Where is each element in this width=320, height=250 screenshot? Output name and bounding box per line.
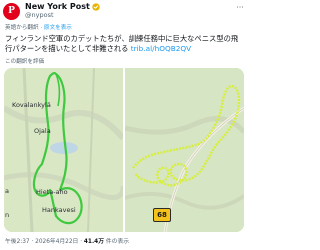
road-number-badge: 68 (153, 208, 171, 222)
map-label-edge-bottom: n (5, 211, 10, 219)
views-label: 件の表示 (105, 239, 130, 245)
post-timestamp[interactable]: 午後2:37 · 2026年4月22日 (5, 239, 78, 245)
post-body: フィンランド空軍のカデットたちが、訓練任務中に巨大なペニス型の飛行パターンを描い… (5, 34, 245, 54)
user-handle[interactable]: @nypost (25, 11, 54, 19)
avatar[interactable]: P (3, 3, 20, 20)
map-label-kovalankyla: Kovalankylä (12, 101, 51, 109)
show-original-link[interactable]: 原文を表示 (44, 25, 72, 31)
post-media[interactable]: Kovalankylä Ojala Hieta-aho Hankavesi a … (4, 68, 244, 232)
map-label-hankavesi: Hankavesi (42, 206, 76, 214)
right-map-image[interactable] (125, 68, 244, 232)
post-header: P New York Post @nypost ··· (0, 0, 248, 22)
map-label-ojala: Ojala (34, 127, 51, 135)
post-meta: 午後2:37 · 2026年4月22日 · 41.4万 件の表示 (5, 239, 130, 245)
verified-badge-icon (92, 3, 100, 11)
map-label-edge: a (5, 187, 9, 195)
views-count: 41.4万 (83, 239, 104, 245)
translation-notice: 英語から翻訳 · 原文を表示 (5, 25, 72, 31)
rate-translation-link[interactable]: この翻訳を評価 (5, 59, 44, 66)
post-link[interactable]: trib.al/hOQB2QV (131, 44, 191, 53)
nypost-logo: P (8, 6, 15, 16)
map-label-hieta-aho: Hieta-aho (36, 188, 68, 196)
more-options-icon[interactable]: ··· (235, 4, 245, 12)
translated-from-label: 英語から翻訳 (5, 25, 39, 31)
post-body-text: フィンランド空軍のカデットたちが、訓練任務中に巨大なペニス型の飛行パターンを描い… (5, 34, 239, 53)
